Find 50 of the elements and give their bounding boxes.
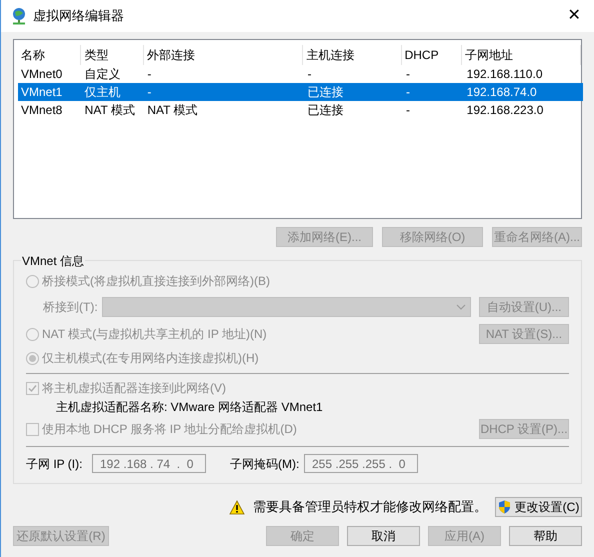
bridge-to-label: 桥接到(T): <box>43 299 98 316</box>
table-cell-text: 已连接 <box>306 102 344 119</box>
table-cell-text: 192.168.223.0 <box>466 102 544 119</box>
close-button[interactable]: ✕ <box>554 0 594 32</box>
checkbox-label: 使用本地 DHCP 服务将 IP 地址分配给虚拟机(D) <box>42 421 297 438</box>
network-globe-icon <box>11 7 27 25</box>
table-cell-text: - <box>404 66 411 83</box>
column-header[interactable]: 主机连接 <box>303 45 402 65</box>
table-cell-text: - <box>404 102 411 119</box>
table-cell-text: 自定义 <box>84 66 122 83</box>
table-cell-text: - <box>146 84 152 101</box>
column-header[interactable]: 子网地址 <box>462 45 581 65</box>
table-cell-text: 192.168.110.0 <box>466 66 544 83</box>
table-row[interactable]: VMnet8 NAT 模式 NAT 模式 已连接 - 192.168.223.0 <box>18 101 583 119</box>
column-header[interactable]: DHCP <box>402 45 462 65</box>
subnet-mask-label: 子网掩码(M): <box>230 456 300 472</box>
adapter-name-text: 主机虚拟适配器名称: VMware 网络适配器 VMnet1 <box>55 398 324 416</box>
table-cell-text: VMnet8 <box>20 102 64 119</box>
shield-icon <box>498 500 511 514</box>
checkbox-label: 将主机虚拟适配器连接到此网络(V) <box>42 380 226 397</box>
table-cell-text: 192.168.74.0 <box>466 84 538 101</box>
window-title: 虚拟网络编辑器 <box>33 7 124 26</box>
table-cell-text: - <box>306 66 312 83</box>
subnet-ip-label: 子网 IP (I): <box>26 456 84 472</box>
column-header[interactable]: 名称 <box>18 45 82 65</box>
table-cell-text: - <box>404 84 411 101</box>
column-header[interactable]: 类型 <box>81 45 144 65</box>
table-cell-text: VMnet0 <box>20 66 64 83</box>
warning-icon <box>229 500 245 514</box>
column-header[interactable]: 外部连接 <box>144 45 304 65</box>
table-cell-text: VMnet1 <box>20 84 64 101</box>
check-icon <box>28 384 37 392</box>
table-cell-text: - <box>146 66 152 83</box>
table-row[interactable]: VMnet1 仅主机 - 已连接 - 192.168.74.0 <box>18 83 583 101</box>
admin-notice-text: 需要具备管理员特权才能修改网络配置。 <box>253 498 487 516</box>
radio-label: NAT 模式(与虚拟机共享主机的 IP 地址)(N) <box>42 326 267 343</box>
table-cell-text: 已连接 <box>306 84 344 101</box>
radio-label: 仅主机模式(在专用网络内连接虚拟机)(H) <box>42 350 259 367</box>
chevron-down-icon <box>456 304 466 310</box>
radio-label: 桥接模式(将虚拟机直接连接到外部网络)(B) <box>42 273 270 290</box>
subnet-ip-field[interactable]: 192 .168 . 74 . 0 <box>92 454 206 473</box>
subnet-mask-field[interactable]: 255 .255 .255 . 0 <box>304 454 418 473</box>
dialog-button[interactable]: 帮助 <box>509 526 582 546</box>
group-title: VMnet 信息 <box>21 252 86 270</box>
dialog-button[interactable]: 取消 <box>347 526 420 546</box>
table-cell-text: 仅主机 <box>84 84 122 101</box>
table-row[interactable]: VMnet0 自定义 - - - 192.168.110.0 <box>18 65 583 83</box>
change-settings-button[interactable]: 更改设置(C) <box>495 497 582 517</box>
table-cell-text: NAT 模式 <box>84 102 136 119</box>
table-cell-text: NAT 模式 <box>146 102 199 119</box>
